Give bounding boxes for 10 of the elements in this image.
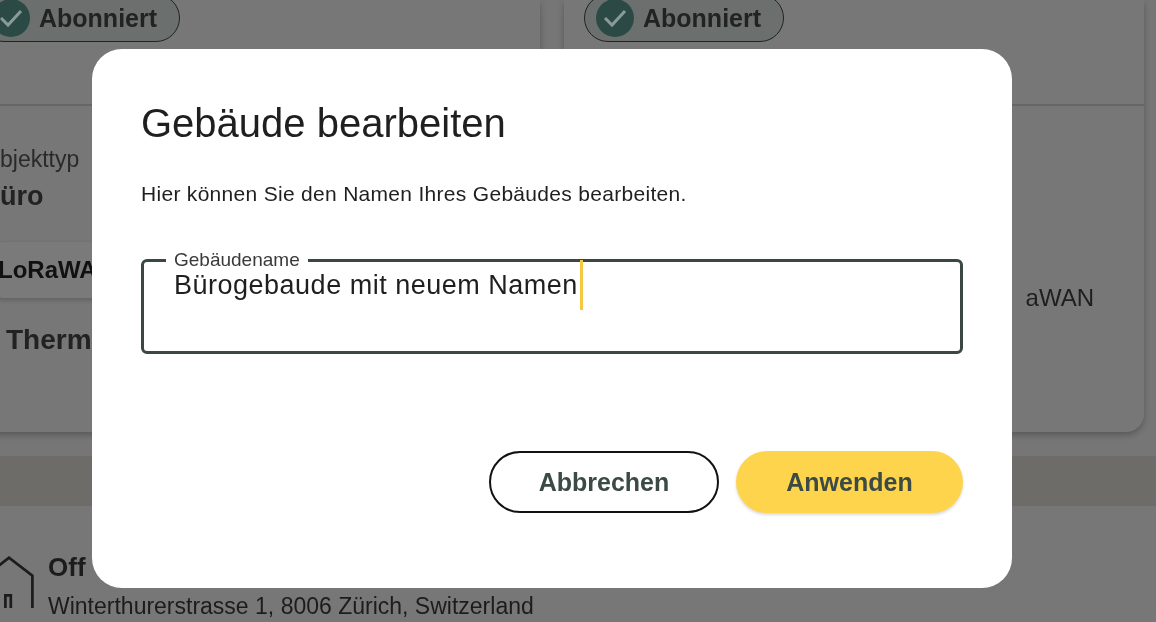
- sensor-title: Therm: [6, 324, 92, 356]
- apply-button[interactable]: Anwenden: [736, 451, 963, 513]
- dialog-description: Hier können Sie den Namen Ihres Gebäudes bearbeiten.: [141, 182, 688, 206]
- building-address: Winterthurerstrasse 1, 8006 Zürich, Switzerland: [48, 593, 534, 620]
- network-text: aWAN: [1025, 284, 1094, 312]
- type-value: üro: [0, 181, 44, 212]
- type-label: bjekttyp: [0, 146, 80, 173]
- building-name: Off: [48, 552, 87, 583]
- cancel-button[interactable]: Abbrechen: [489, 451, 719, 513]
- dialog-title: Gebäude bearbeiten: [141, 101, 507, 146]
